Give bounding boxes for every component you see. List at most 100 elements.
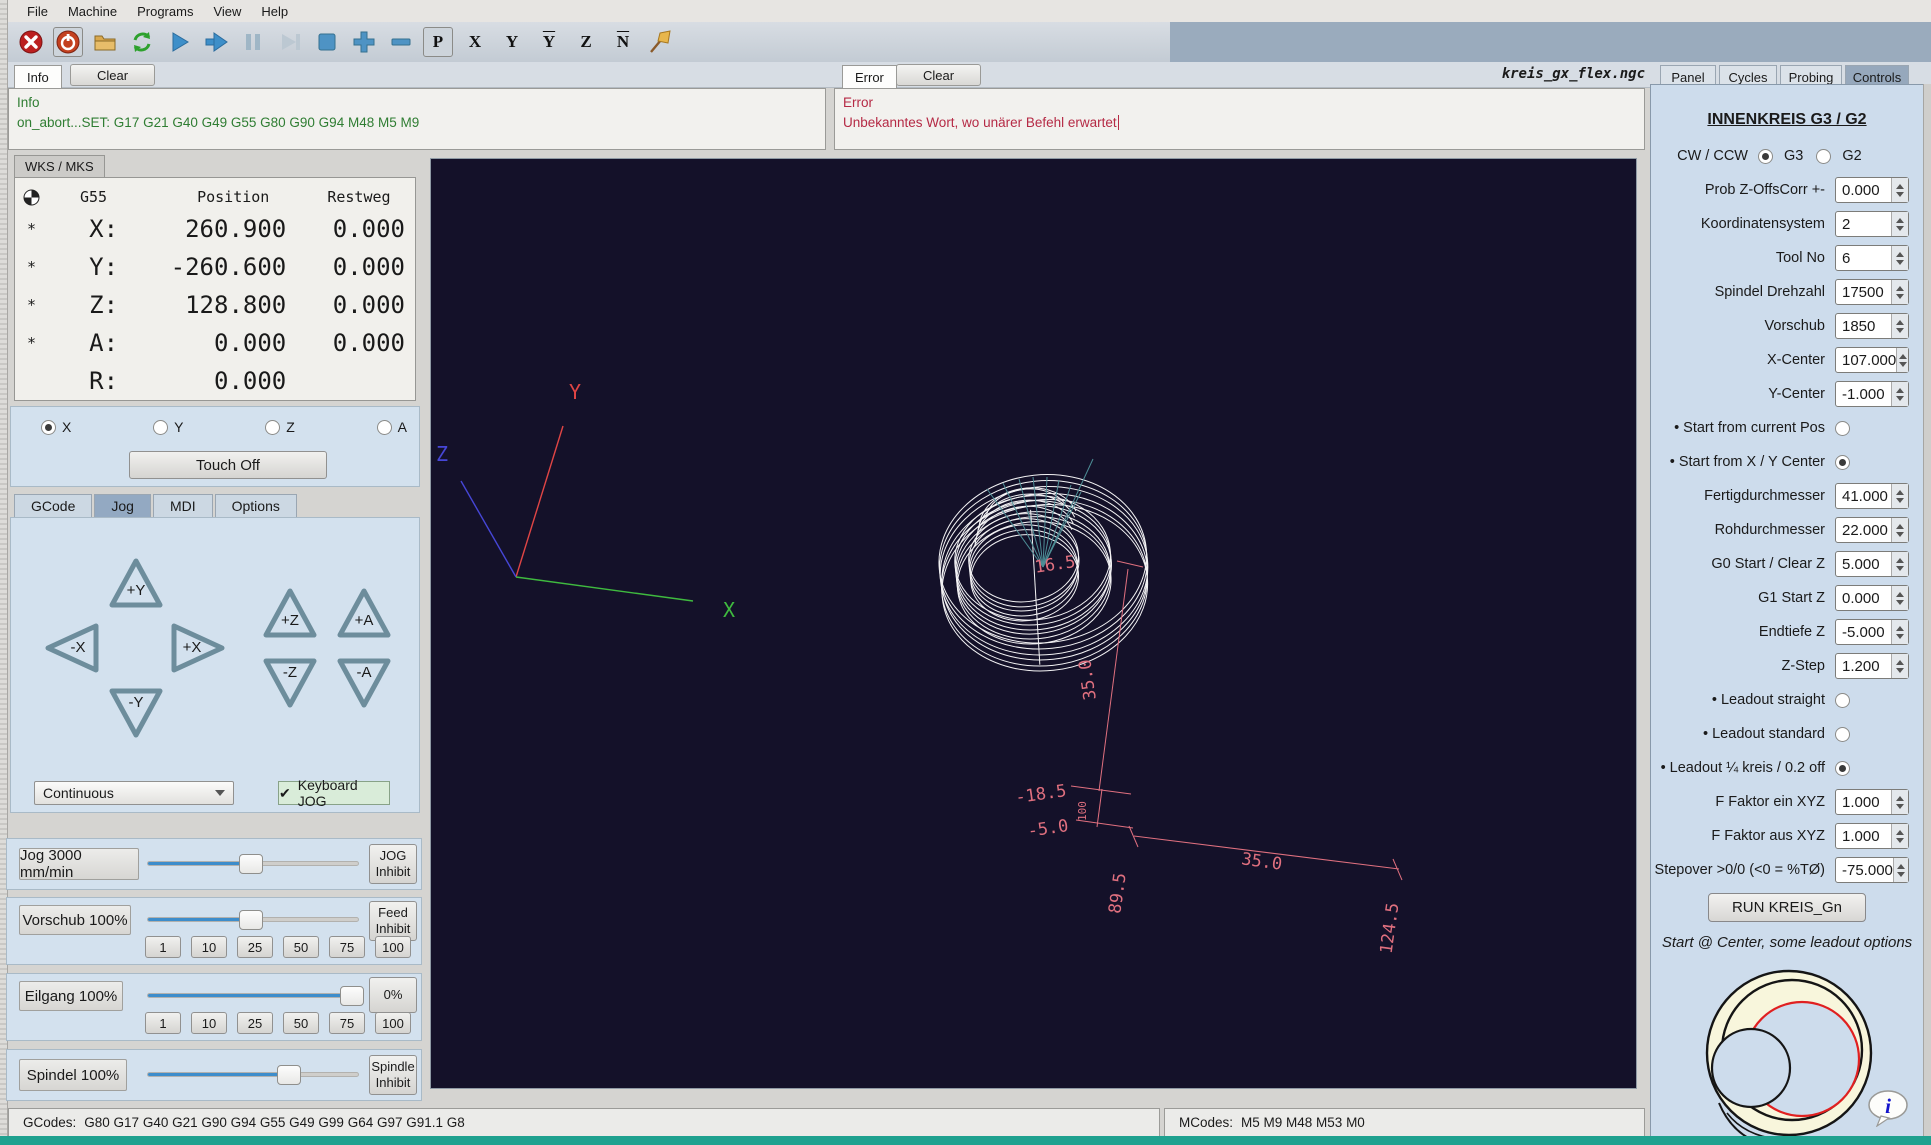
jog-minus-a-button[interactable]: -A (335, 656, 393, 710)
view-y-icon[interactable]: Y (497, 27, 527, 57)
spinner-arrows[interactable] (1891, 212, 1908, 236)
jog-plus-y-button[interactable]: +Y (107, 556, 165, 610)
feed-preset-75[interactable]: 75 (329, 936, 365, 958)
window-resize-grip[interactable] (0, 0, 8, 1137)
machine-power-icon[interactable] (53, 27, 83, 57)
reload-icon[interactable] (127, 27, 157, 57)
jog-speed-slider[interactable] (147, 861, 359, 866)
menu-help[interactable]: Help (252, 2, 297, 21)
abort-icon[interactable] (16, 27, 46, 57)
pause-icon[interactable] (238, 27, 268, 57)
axis-radio-a[interactable]: A (377, 419, 407, 435)
stop-icon[interactable] (312, 27, 342, 57)
spinner-arrows[interactable] (1891, 314, 1908, 338)
feed-override-handle[interactable] (239, 910, 263, 930)
gremlin-3d-viewport[interactable]: Y Z X (430, 158, 1637, 1089)
feed-override-label[interactable]: Vorschub 100% (19, 905, 131, 935)
rapid-preset-10[interactable]: 10 (191, 1012, 227, 1034)
rapid-override-label[interactable]: Eilgang 100% (19, 981, 123, 1011)
rapid-preset-25[interactable]: 25 (237, 1012, 273, 1034)
jog-mode-select[interactable]: Continuous (34, 781, 234, 805)
jog-inhibit-button[interactable]: JOG Inhibit (369, 844, 417, 884)
rapid-override-slider[interactable] (147, 993, 359, 998)
fertigdurchmesser-input[interactable]: 41.000 (1835, 483, 1909, 509)
z-step-input[interactable]: 1.200 (1835, 653, 1909, 679)
feed-preset-10[interactable]: 10 (191, 936, 227, 958)
view-perspective-icon[interactable]: P (423, 27, 453, 57)
feed-preset-100[interactable]: 100 (375, 936, 411, 958)
rapid-preset-50[interactable]: 50 (283, 1012, 319, 1034)
right-scrollbar[interactable] (1923, 84, 1931, 1137)
radio-start-current-pos[interactable] (1835, 421, 1850, 436)
info-clear-button[interactable]: Clear (70, 64, 155, 86)
spindel-drehzahl-input[interactable]: 17500 (1835, 279, 1909, 305)
spinner-arrows[interactable] (1891, 246, 1908, 270)
axis-radio-x[interactable]: X (41, 419, 71, 435)
feed-preset-25[interactable]: 25 (237, 936, 273, 958)
tab-jog[interactable]: Jog (94, 494, 151, 517)
stepover-input[interactable]: -75.000 (1835, 857, 1909, 883)
radio-start-xy-center[interactable] (1835, 455, 1850, 470)
spinner-arrows[interactable] (1891, 382, 1908, 406)
spinner-arrows[interactable] (1891, 790, 1908, 814)
spinner-arrows[interactable] (1891, 620, 1908, 644)
menu-file[interactable]: File (18, 2, 57, 21)
spinner-arrows[interactable] (1891, 586, 1908, 610)
menu-programs[interactable]: Programs (128, 2, 202, 21)
keyboard-jog-toggle[interactable]: ✔ Keyboard JOG (278, 781, 390, 805)
spinner-arrows[interactable] (1891, 654, 1908, 678)
run-icon[interactable] (164, 27, 194, 57)
tool-no-input[interactable]: 6 (1835, 245, 1909, 271)
clear-plot-icon[interactable] (645, 27, 675, 57)
rohdurchmesser-input[interactable]: 22.000 (1835, 517, 1909, 543)
zoom-out-icon[interactable] (386, 27, 416, 57)
g1-start-z-input[interactable]: 0.000 (1835, 585, 1909, 611)
feed-inhibit-button[interactable]: Feed Inhibit (369, 901, 417, 941)
spinner-arrows[interactable] (1891, 824, 1908, 848)
spindle-override-slider[interactable] (147, 1072, 359, 1077)
menu-view[interactable]: View (204, 2, 250, 21)
jog-speed-handle[interactable] (239, 854, 263, 874)
tab-mdi[interactable]: MDI (153, 494, 213, 517)
jog-plus-z-button[interactable]: +Z (261, 586, 319, 640)
jog-minus-z-button[interactable]: -Z (261, 656, 319, 710)
tab-options[interactable]: Options (215, 494, 297, 517)
feed-preset-50[interactable]: 50 (283, 936, 319, 958)
radio-a[interactable] (377, 420, 392, 435)
spinner-arrows[interactable] (1891, 518, 1908, 542)
f-faktor-aus-input[interactable]: 1.000 (1835, 823, 1909, 849)
spinner-arrows[interactable] (1891, 280, 1908, 304)
run-from-line-icon[interactable] (275, 27, 305, 57)
radio-g3[interactable] (1758, 149, 1773, 164)
spindle-override-label[interactable]: Spindel 100% (19, 1059, 127, 1091)
prob-z-offscorr-input[interactable]: 0.000 (1835, 177, 1909, 203)
jog-minus-y-button[interactable]: -Y (107, 686, 165, 740)
tab-wks-mks[interactable]: WKS / MKS (14, 155, 105, 177)
error-clear-button[interactable]: Clear (896, 64, 981, 86)
view-z-icon[interactable]: Z (571, 27, 601, 57)
tab-info[interactable]: Info (14, 65, 62, 88)
axis-radio-z[interactable]: Z (265, 419, 295, 435)
g0-start-clear-z-input[interactable]: 5.000 (1835, 551, 1909, 577)
radio-y[interactable] (153, 420, 168, 435)
spinner-arrows[interactable] (1893, 858, 1908, 882)
f-faktor-ein-input[interactable]: 1.000 (1835, 789, 1909, 815)
spinner-arrows[interactable] (1891, 552, 1908, 576)
radio-leadout-straight[interactable] (1835, 693, 1850, 708)
rapid-zero-button[interactable]: 0% (369, 977, 417, 1013)
feed-preset-1[interactable]: 1 (145, 936, 181, 958)
spinner-arrows[interactable] (1891, 484, 1908, 508)
radio-leadout-quarter-kreis[interactable] (1835, 761, 1850, 776)
view-x-icon[interactable]: X (460, 27, 490, 57)
rapid-preset-75[interactable]: 75 (329, 1012, 365, 1034)
tab-gcode[interactable]: GCode (14, 494, 92, 517)
rapid-override-handle[interactable] (340, 986, 364, 1006)
vorschub-input[interactable]: 1850 (1835, 313, 1909, 339)
feed-override-slider[interactable] (147, 917, 359, 922)
step-icon[interactable] (201, 27, 231, 57)
koordinatensystem-input[interactable]: 2 (1835, 211, 1909, 237)
zoom-in-icon[interactable] (349, 27, 379, 57)
jog-speed-label[interactable]: Jog 3000 mm/min (19, 848, 139, 880)
open-file-icon[interactable] (90, 27, 120, 57)
menu-machine[interactable]: Machine (59, 2, 126, 21)
